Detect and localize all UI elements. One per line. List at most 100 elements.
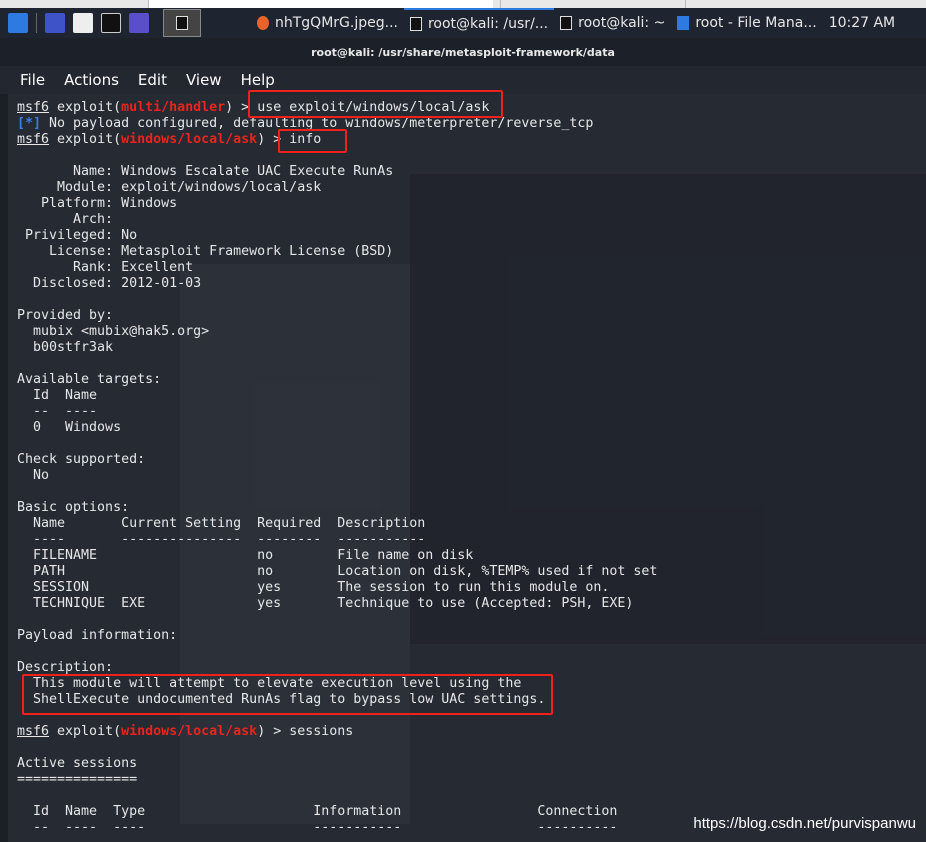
terminal-line: Privileged: No [17, 228, 657, 244]
module-name: windows/local/ask [121, 132, 258, 147]
highlight-box-use-command [248, 90, 503, 118]
terminal-text: No [17, 468, 50, 483]
terminal-text: Platform: Windows [17, 196, 178, 211]
browser-tab-strip [0, 0, 926, 8]
terminal-text: SESSION yes The session to run this modu… [17, 580, 610, 595]
terminal-line: Disclosed: 2012-01-03 [17, 276, 657, 292]
terminal-line: Check supported: [17, 452, 657, 468]
task-terminal-usr[interactable]: root@kali: /usr/... [403, 8, 555, 38]
file-manager-icon[interactable] [73, 13, 93, 33]
module-name: windows/local/ask [121, 724, 258, 739]
terminal-line: No [17, 468, 657, 484]
terminal-text: TECHNIQUE EXE yes Technique to use (Acce… [17, 596, 634, 611]
terminal-line: -- ---- ---- ----------- ---------- [17, 820, 657, 836]
terminal-text: Active sessions [17, 756, 138, 771]
terminal-line: Platform: Windows [17, 196, 657, 212]
terminal-text: exploit( [49, 724, 122, 739]
screen-recorder-icon[interactable] [129, 13, 149, 33]
terminal-icon [409, 17, 422, 31]
terminal-text: ---- --------------- -------- ----------… [17, 532, 426, 547]
task-terminal-home[interactable]: root@kali: ~ [554, 8, 671, 38]
terminal-text: Basic options: [17, 500, 130, 515]
task-file-manager[interactable]: root - File Mana... [671, 8, 822, 38]
terminal-line: Available targets: [17, 372, 657, 388]
terminal-launcher-icon[interactable] [101, 13, 121, 33]
terminal-line: Payload information: [17, 628, 657, 644]
terminal-lines: msf6 exploit(multi/handler) > use exploi… [17, 100, 657, 836]
terminal-line: PATH no Location on disk, %TEMP% used if… [17, 564, 657, 580]
terminal-text: Id Name [17, 388, 98, 403]
terminal-text: Id Name Type Information Connection [17, 804, 618, 819]
terminal-line: b00stfr3ak [17, 340, 657, 356]
terminal-line: mubix <mubix@hak5.org> [17, 324, 657, 340]
terminal-text: mubix <mubix@hak5.org> [17, 324, 210, 339]
terminal-text: Rank: Excellent [17, 260, 194, 275]
terminal-line: Name Current Setting Required Descriptio… [17, 516, 657, 532]
terminal-text: FILENAME no File name on disk [17, 548, 474, 563]
terminal-line: TECHNIQUE EXE yes Technique to use (Acce… [17, 596, 657, 612]
terminal-text: Name: Windows Escalate UAC Execute RunAs [17, 164, 394, 179]
folder-icon [677, 16, 690, 30]
terminal-text: -- ---- ---- ----------- ---------- [17, 820, 618, 835]
watermark: https://blog.csdn.net/purvispanwu [693, 815, 916, 832]
terminal-line: Id Name Type Information Connection [17, 804, 657, 820]
menu-file[interactable]: File [20, 71, 45, 89]
prompt: msf6 [17, 132, 50, 147]
terminal-line: Arch: [17, 212, 657, 228]
terminal-text: Disclosed: 2012-01-03 [17, 276, 202, 291]
terminal-text: Module: exploit/windows/local/ask [17, 180, 322, 195]
terminal-text: -- ---- [17, 404, 98, 419]
terminal-text: Description: [17, 660, 114, 675]
window-title: root@kali: /usr/share/metasploit-framewo… [0, 38, 926, 66]
terminal-text: Check supported: [17, 452, 146, 467]
terminal-text: =============== [17, 772, 138, 787]
terminal-line: FILENAME no File name on disk [17, 548, 657, 564]
terminal-line: Basic options: [17, 500, 657, 516]
terminal-line: msf6 exploit(windows/local/ask) > sessio… [17, 724, 657, 740]
terminal-text: exploit( [49, 100, 122, 115]
kali-menu-icon[interactable] [8, 13, 28, 33]
terminal-text: Provided by: [17, 308, 114, 323]
terminal-line: Name: Windows Escalate UAC Execute RunAs [17, 164, 657, 180]
terminal-icon [560, 16, 573, 30]
terminal-text: 0 Windows [17, 420, 122, 435]
prompt: msf6 [17, 724, 50, 739]
terminal-text: Available targets: [17, 372, 162, 387]
taskbar: nhTgQMrG.jpeg... root@kali: /usr/... roo… [0, 8, 926, 38]
menu-actions[interactable]: Actions [64, 71, 119, 89]
terminal-line: 0 Windows [17, 420, 657, 436]
terminal-text: ) > sessions [257, 724, 354, 739]
terminal-line: Provided by: [17, 308, 657, 324]
clock[interactable]: 10:27 AM [823, 8, 901, 38]
terminal-line: License: Metasploit Framework License (B… [17, 244, 657, 260]
terminal-output[interactable]: msf6 exploit(multi/handler) > use exploi… [0, 90, 926, 842]
menu-edit[interactable]: Edit [138, 71, 167, 89]
terminal-text: Arch: [17, 212, 122, 227]
workspace-icon[interactable] [45, 13, 65, 33]
terminal-text: Name Current Setting Required Descriptio… [17, 516, 426, 531]
terminal-line: ---- --------------- -------- ----------… [17, 532, 657, 548]
terminal-text: Privileged: No [17, 228, 138, 243]
highlight-box-description [22, 674, 553, 715]
menu-help[interactable]: Help [241, 71, 275, 89]
task-firefox[interactable]: nhTgQMrG.jpeg... [251, 8, 404, 38]
terminal-line: Id Name [17, 388, 657, 404]
terminal-text: Payload information: [17, 628, 178, 643]
prompt: msf6 [17, 100, 50, 115]
terminal-line: SESSION yes The session to run this modu… [17, 580, 657, 596]
active-terminal-button[interactable] [163, 9, 201, 37]
terminal-line: Active sessions [17, 756, 657, 772]
terminal-text: exploit( [49, 132, 122, 147]
terminal-line: Module: exploit/windows/local/ask [17, 180, 657, 196]
firefox-icon [257, 16, 269, 30]
terminal-line: -- ---- [17, 404, 657, 420]
menu-view[interactable]: View [186, 71, 222, 89]
